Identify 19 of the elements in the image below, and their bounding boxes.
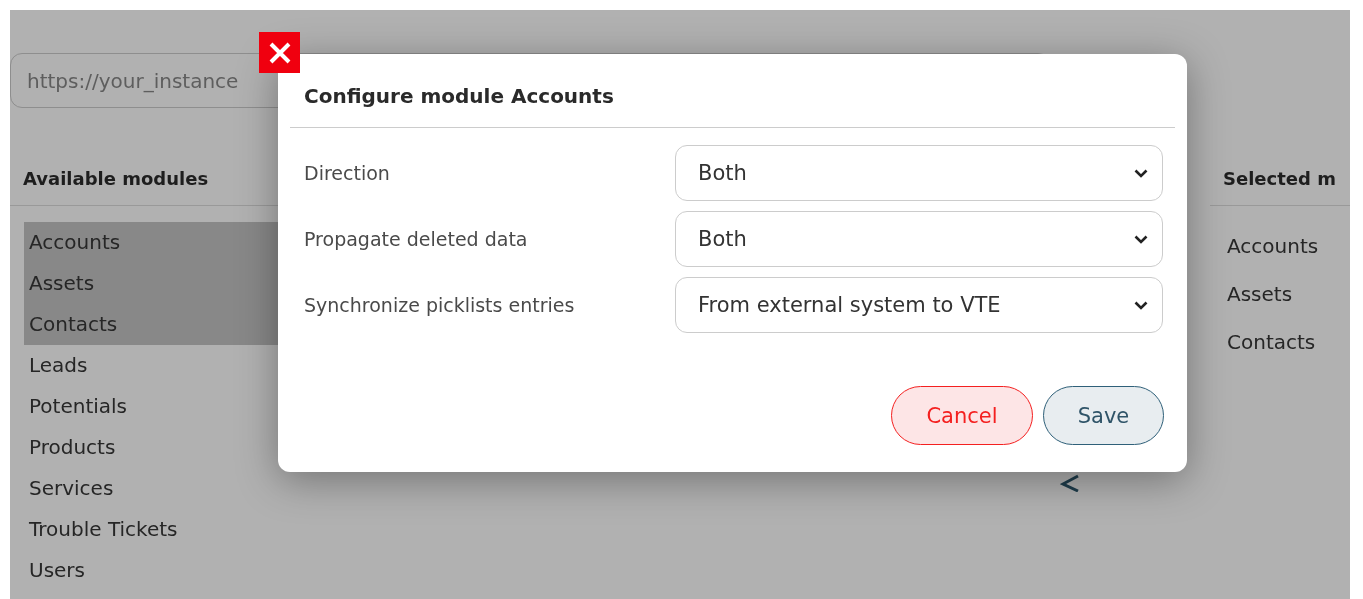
select-field[interactable]: From external system to VTE: [675, 277, 1163, 333]
dialog-title: Configure module Accounts: [290, 54, 1175, 128]
module-item[interactable]: Contacts: [1210, 318, 1350, 366]
module-item[interactable]: Accounts: [1210, 222, 1350, 270]
module-item[interactable]: Users: [24, 550, 589, 591]
close-icon: [267, 40, 292, 65]
chevron-down-icon: [1134, 234, 1148, 244]
field-label: Synchronize picklists entries: [304, 294, 576, 316]
column-heading: Selected m: [1210, 168, 1350, 206]
save-button[interactable]: Save: [1043, 386, 1164, 445]
field-label: Propagate deleted data: [304, 228, 529, 250]
module-item[interactable]: Services: [24, 468, 589, 509]
select-field[interactable]: Both: [675, 211, 1163, 267]
chevron-down-icon: [1134, 168, 1148, 178]
module-item[interactable]: Assets: [1210, 270, 1350, 318]
select-field[interactable]: Both: [675, 145, 1163, 201]
chevron-down-icon: [1134, 300, 1148, 310]
module-item[interactable]: Trouble Tickets: [24, 509, 589, 550]
close-button[interactable]: [259, 32, 300, 73]
